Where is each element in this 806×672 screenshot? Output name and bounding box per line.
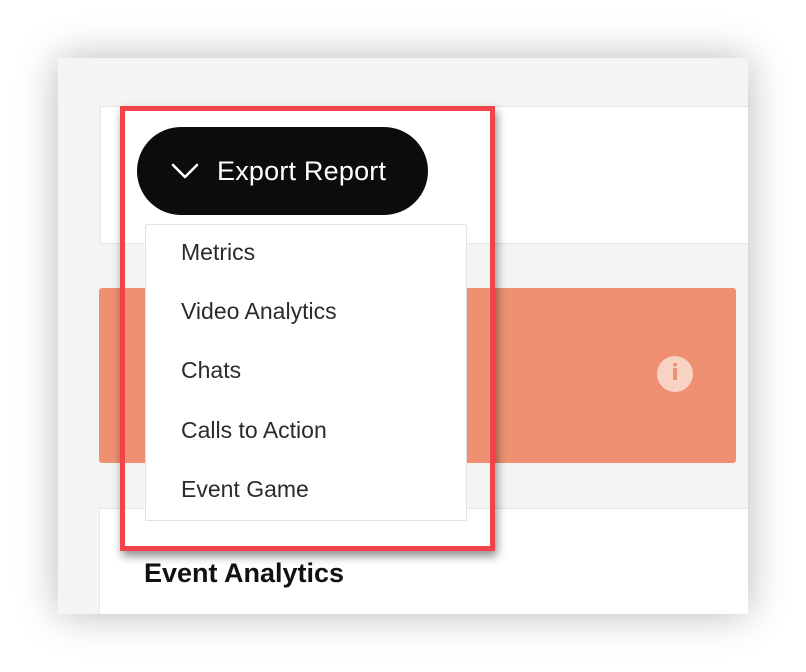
screenshot-stage: i Event Analytics Export Report Metrics … <box>0 0 806 672</box>
menu-item-calls-to-action[interactable]: Calls to Action <box>146 401 466 460</box>
menu-item-event-game[interactable]: Event Game <box>146 460 466 519</box>
export-report-label: Export Report <box>217 155 387 186</box>
info-icon[interactable]: i <box>657 356 693 392</box>
menu-item-chats[interactable]: Chats <box>146 341 466 400</box>
event-analytics-title: Event Analytics <box>144 558 345 588</box>
export-report-button[interactable]: Export Report <box>137 127 428 215</box>
menu-item-video-analytics[interactable]: Video Analytics <box>146 282 466 341</box>
menu-item-metrics[interactable]: Metrics <box>146 223 466 282</box>
export-report-menu: Metrics Video Analytics Chats Calls to A… <box>145 224 467 521</box>
chevron-down-icon <box>171 162 199 180</box>
